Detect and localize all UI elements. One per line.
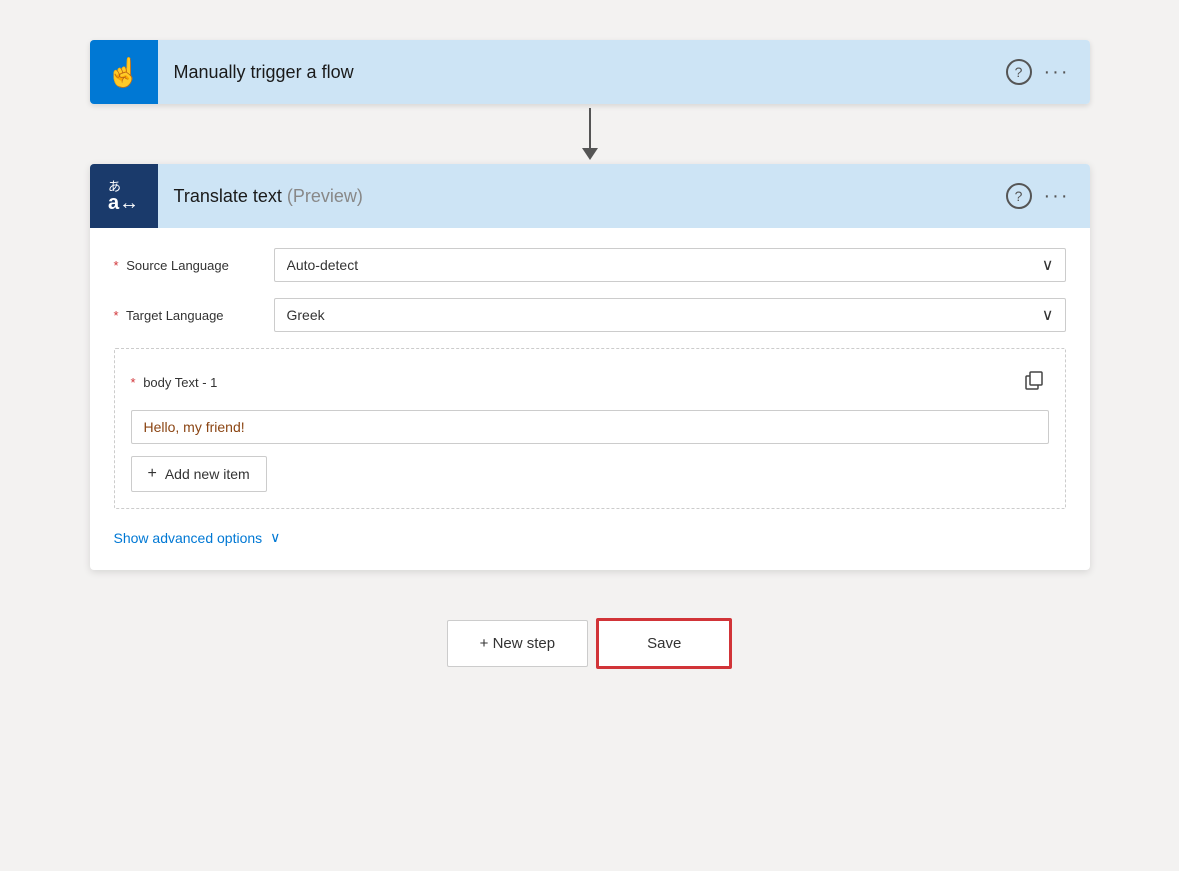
source-language-label: * Source Language: [114, 258, 274, 273]
advanced-options-chevron: ∨: [270, 529, 280, 546]
translate-card-header: あ a↔ Translate text (Preview) ? ···: [90, 164, 1090, 228]
show-advanced-options-button[interactable]: Show advanced options: [114, 530, 263, 546]
target-language-label: * Target Language: [114, 308, 274, 323]
translate-card-actions: ? ···: [1006, 183, 1090, 209]
required-star: *: [114, 258, 119, 273]
required-star-3: *: [131, 375, 136, 390]
trigger-help-icon[interactable]: ?: [1006, 59, 1032, 85]
copy-icon-button[interactable]: [1019, 365, 1049, 400]
translate-icon: あ a↔: [90, 164, 158, 228]
body-text-header: * body Text - 1: [131, 365, 1049, 400]
arrow-head: [582, 148, 598, 160]
trigger-title: Manually trigger a flow: [158, 62, 1006, 83]
trigger-card: ☝ Manually trigger a flow ? ···: [90, 40, 1090, 104]
required-star-2: *: [114, 308, 119, 323]
preview-tag: (Preview): [287, 186, 363, 206]
body-text-section: * body Text - 1 + Add new item: [114, 348, 1066, 509]
arrow-line: [589, 108, 591, 148]
source-language-row: * Source Language Auto-detect English Sp…: [114, 248, 1066, 282]
new-step-button[interactable]: + New step: [447, 620, 588, 667]
target-language-select[interactable]: Greek English Spanish French German: [274, 298, 1066, 332]
add-item-label: Add new item: [165, 466, 250, 482]
trigger-card-header: ☝ Manually trigger a flow ? ···: [90, 40, 1090, 104]
bottom-actions: + New step Save: [447, 618, 733, 669]
translate-card: あ a↔ Translate text (Preview) ? ···: [90, 164, 1090, 570]
arrow-connector: [582, 104, 598, 164]
trigger-icon: ☝: [90, 40, 158, 104]
plus-icon: +: [148, 465, 157, 483]
advanced-options-row: Show advanced options ∨: [114, 521, 1066, 550]
target-language-row: * Target Language Greek English Spanish …: [114, 298, 1066, 332]
source-language-control: Auto-detect English Spanish French Germa…: [274, 248, 1066, 282]
save-button[interactable]: Save: [596, 618, 732, 669]
translate-title: Translate text (Preview): [158, 186, 1006, 207]
flow-canvas: ☝ Manually trigger a flow ? ··· あ a↔: [90, 40, 1090, 669]
add-new-item-button[interactable]: + Add new item: [131, 456, 267, 492]
translate-more-icon[interactable]: ···: [1044, 185, 1070, 208]
translate-card-body: * Source Language Auto-detect English Sp…: [90, 228, 1090, 570]
body-text-label: * body Text - 1: [131, 375, 218, 390]
trigger-more-icon[interactable]: ···: [1044, 61, 1070, 84]
target-language-control: Greek English Spanish French German ∨: [274, 298, 1066, 332]
body-text-input[interactable]: [131, 410, 1049, 444]
source-language-select[interactable]: Auto-detect English Spanish French Germa…: [274, 248, 1066, 282]
trigger-card-actions: ? ···: [1006, 59, 1090, 85]
translate-help-icon[interactable]: ?: [1006, 183, 1032, 209]
